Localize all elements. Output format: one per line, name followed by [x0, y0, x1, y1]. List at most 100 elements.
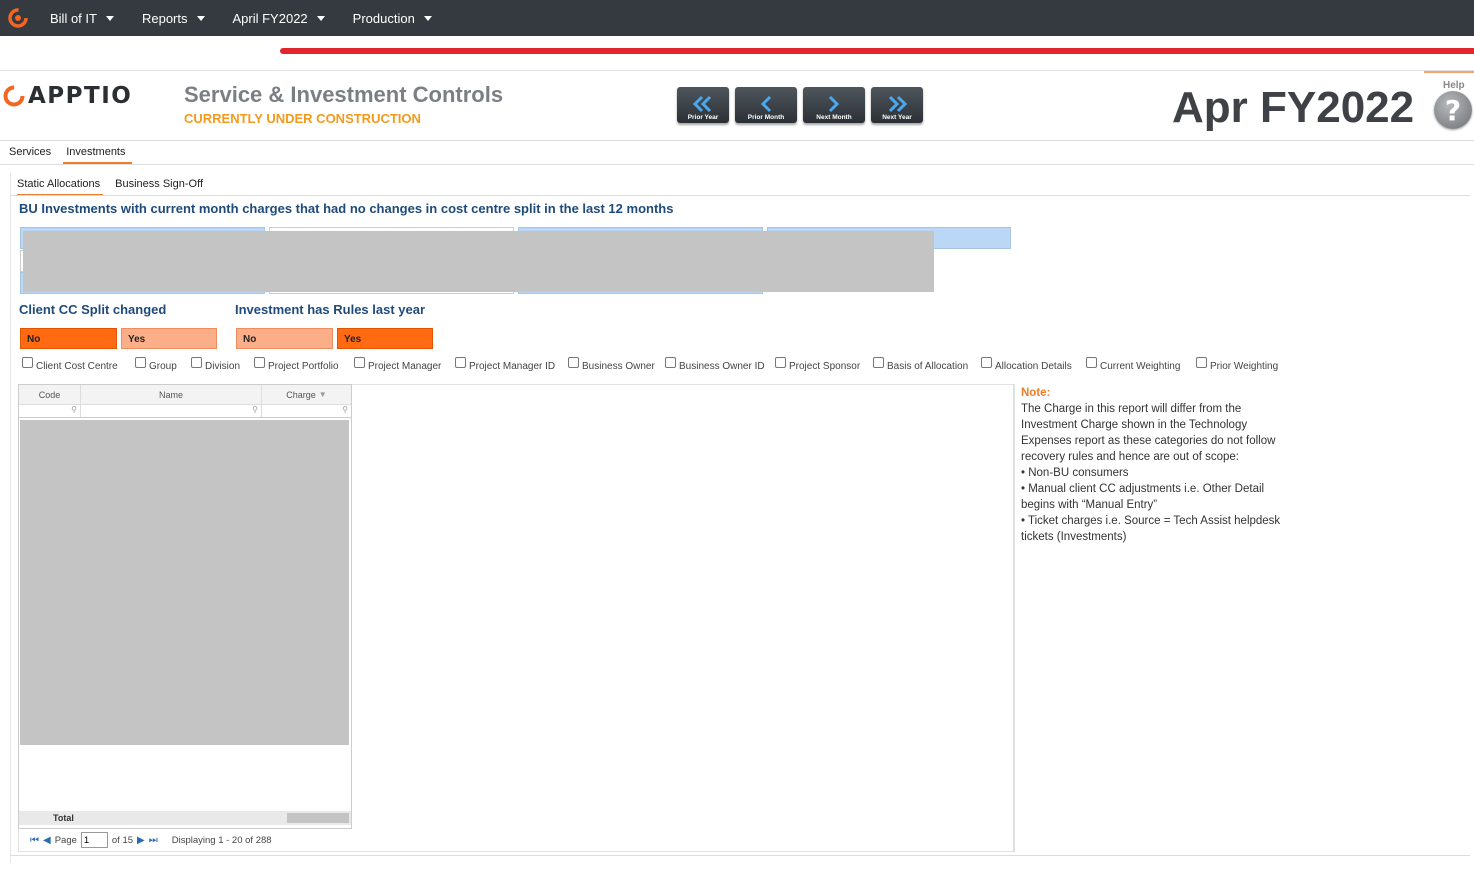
button-label: Prior Year — [687, 114, 719, 121]
filter-code[interactable]: ⚲ — [19, 405, 81, 417]
filter-charge[interactable]: ⚲ — [262, 405, 351, 417]
client-cc-yes-toggle[interactable]: Yes — [121, 328, 217, 349]
redacted-grid-rows — [20, 420, 349, 745]
checkbox-prior-weighting[interactable]: Prior Weighting — [1196, 357, 1296, 372]
menu-label: Bill of IT — [50, 10, 97, 26]
tab-static-allocations[interactable]: Static Allocations — [17, 178, 104, 196]
menu-reports[interactable]: Reports — [128, 0, 219, 36]
checkbox-project-manager[interactable]: Project Manager — [354, 357, 455, 372]
grid-total-row: Total — [19, 811, 351, 825]
checkbox-business-owner[interactable]: Business Owner — [568, 357, 665, 372]
checkbox-icon[interactable] — [455, 357, 466, 368]
checkbox-label: Group — [149, 361, 177, 372]
next-page-icon[interactable]: ▶ — [137, 835, 145, 846]
apptio-logo-icon[interactable] — [0, 0, 36, 36]
next-year-button[interactable]: Next Year — [871, 87, 923, 123]
double-chevron-left-icon — [692, 95, 712, 113]
checkbox-project-portfolio[interactable]: Project Portfolio — [254, 357, 354, 372]
rules-yes-toggle[interactable]: Yes — [337, 328, 433, 349]
menu-label: Production — [352, 10, 415, 26]
column-header-label: Charge — [286, 389, 316, 400]
help-icon[interactable]: ? — [1434, 91, 1472, 129]
current-period: Apr FY2022 — [1172, 83, 1415, 132]
chevron-down-icon — [316, 15, 325, 21]
checkbox-label: Client Cost Centre — [36, 361, 118, 372]
period-navigation: Prior Year Prior Month Next Month Next Y… — [677, 87, 923, 123]
menu-label: April FY2022 — [232, 10, 308, 26]
checkbox-basis-of-allocation[interactable]: Basis of Allocation — [873, 357, 981, 372]
column-header-charge[interactable]: Charge ▼ — [262, 385, 351, 404]
page-number-input[interactable] — [80, 832, 108, 848]
checkbox-icon[interactable] — [568, 357, 579, 368]
banner-red-line — [280, 48, 1474, 54]
page-label: Page — [54, 834, 77, 846]
checkbox-icon[interactable] — [981, 357, 992, 368]
chevron-left-icon — [760, 95, 772, 113]
checkbox-business-owner-id[interactable]: Business Owner ID — [665, 357, 775, 372]
checkbox-allocation-details[interactable]: Allocation Details — [981, 357, 1086, 372]
tab-services[interactable]: Services — [9, 146, 51, 164]
checkbox-division[interactable]: Division — [191, 357, 254, 372]
sort-desc-icon: ▼ — [318, 390, 327, 399]
displaying-count: Displaying 1 - 20 of 288 — [171, 834, 272, 846]
last-page-icon[interactable]: ⏭ — [149, 835, 158, 846]
checkbox-icon[interactable] — [254, 357, 265, 368]
checkbox-icon[interactable] — [354, 357, 365, 368]
report-header: APPTIO Service & Investment Controls CUR… — [0, 70, 1474, 132]
column-header-name[interactable]: Name — [81, 385, 262, 404]
checkbox-project-sponsor[interactable]: Project Sponsor — [775, 357, 873, 372]
checkbox-icon[interactable] — [873, 357, 884, 368]
note-title: Note: — [1021, 387, 1051, 399]
bottom-divider — [10, 855, 1470, 856]
column-options: Client Cost Centre Group Division Projec… — [22, 357, 1296, 372]
checkbox-label: Division — [205, 361, 241, 372]
checkbox-group[interactable]: Group — [135, 357, 191, 372]
search-icon: ⚲ — [252, 405, 258, 414]
menu-bill-of-it[interactable]: Bill of IT — [36, 0, 128, 36]
checkbox-project-manager-id[interactable]: Project Manager ID — [455, 357, 568, 372]
total-label: Total — [53, 813, 74, 823]
page-count: of 15 — [111, 834, 134, 846]
checkbox-icon[interactable] — [135, 357, 146, 368]
note-bullet: • Manual client CC adjustments i.e. Othe… — [1021, 483, 1265, 511]
note-divider — [1013, 384, 1014, 852]
checkbox-label: Project Sponsor — [789, 361, 861, 372]
grid-pager: ⏮ ◀ Page of 15 ▶ ⏭ Displaying 1 - 20 of … — [30, 832, 272, 848]
prev-page-icon[interactable]: ◀ — [43, 835, 51, 846]
checkbox-current-weighting[interactable]: Current Weighting — [1086, 357, 1196, 372]
checkbox-label: Business Owner — [582, 361, 655, 372]
tab-business-sign-off[interactable]: Business Sign-Off — [115, 178, 203, 196]
double-chevron-right-icon — [888, 95, 908, 113]
column-header-code[interactable]: Code — [19, 385, 81, 404]
next-month-button[interactable]: Next Month — [803, 87, 865, 123]
checkbox-label: Business Owner ID — [679, 361, 765, 372]
checkbox-client-cost-centre[interactable]: Client Cost Centre — [22, 357, 135, 372]
main-tabs: Services Investments — [9, 146, 132, 164]
page-subtitle: CURRENTLY UNDER CONSTRUCTION — [184, 111, 421, 126]
sub-tabs-divider — [10, 195, 1470, 196]
checkbox-label: Project Manager ID — [469, 361, 556, 372]
menu-environment[interactable]: Production — [339, 0, 446, 36]
first-page-icon[interactable]: ⏮ — [30, 835, 39, 846]
sub-tabs: Static Allocations Business Sign-Off — [17, 178, 203, 196]
tab-investments[interactable]: Investments — [63, 146, 132, 164]
checkbox-label: Basis of Allocation — [887, 361, 969, 372]
client-cc-no-toggle[interactable]: No — [20, 328, 117, 349]
panel-border — [10, 173, 11, 863]
prior-year-button[interactable]: Prior Year — [677, 87, 729, 123]
checkbox-icon[interactable] — [665, 357, 676, 368]
rules-no-toggle[interactable]: No — [236, 328, 333, 349]
checkbox-icon[interactable] — [191, 357, 202, 368]
menu-period[interactable]: April FY2022 — [219, 0, 339, 36]
redacted-total — [287, 813, 349, 823]
checkbox-icon[interactable] — [775, 357, 786, 368]
filter-name[interactable]: ⚲ — [81, 405, 262, 417]
grid-filter-row: ⚲ ⚲ ⚲ — [19, 405, 351, 418]
top-nav-bar: Bill of IT Reports April FY2022 Producti… — [0, 0, 1474, 36]
brand-name: APPTIO — [28, 83, 133, 109]
chevron-down-icon — [105, 15, 114, 21]
checkbox-icon[interactable] — [1196, 357, 1207, 368]
checkbox-icon[interactable] — [22, 357, 33, 368]
checkbox-icon[interactable] — [1086, 357, 1097, 368]
prior-month-button[interactable]: Prior Month — [735, 87, 797, 123]
